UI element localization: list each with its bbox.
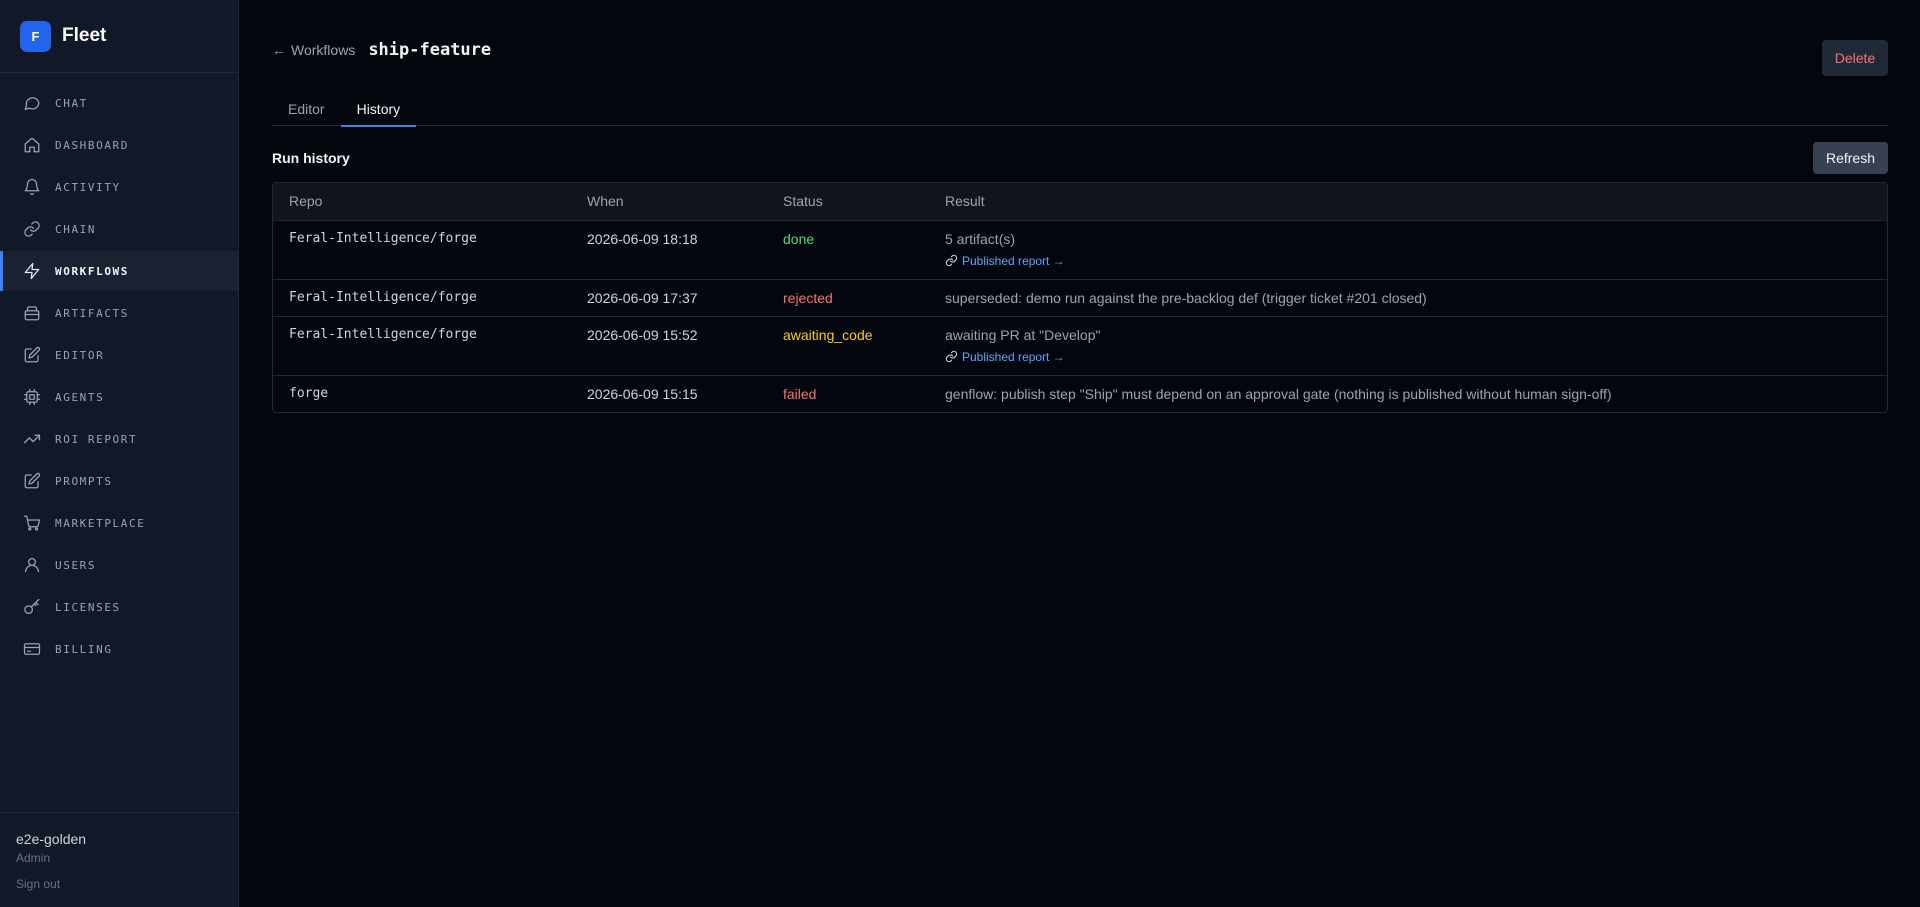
prompt-icon bbox=[23, 472, 41, 490]
when-cell: 2026-06-09 18:18 bbox=[571, 220, 767, 280]
column-header-result: Result bbox=[929, 183, 1887, 221]
link-icon bbox=[945, 350, 958, 363]
table-row[interactable]: Feral-Intelligence/forge 2026-06-09 18:1… bbox=[273, 220, 1887, 280]
result-text: superseded: demo run against the pre-bac… bbox=[945, 289, 1427, 306]
result-text: genflow: publish step "Ship" must depend… bbox=[945, 385, 1612, 402]
home-icon bbox=[23, 136, 41, 154]
sidebar-item-label: PROMPTS bbox=[55, 474, 113, 488]
when-cell: 2026-06-09 17:37 bbox=[571, 279, 767, 317]
sign-out-link[interactable]: Sign out bbox=[16, 877, 223, 891]
result-text: awaiting PR at "Develop" bbox=[945, 326, 1101, 343]
arrow-left-icon: ← bbox=[272, 42, 286, 58]
sidebar-item-chat[interactable]: CHAT bbox=[0, 83, 238, 123]
agent-icon bbox=[23, 388, 41, 406]
run-history-title: Run history bbox=[272, 150, 350, 166]
bolt-icon bbox=[23, 262, 41, 280]
sidebar-item-artifacts[interactable]: ARTIFACTS bbox=[0, 293, 238, 333]
status-cell: awaiting_code bbox=[767, 316, 929, 376]
sidebar-item-label: WORKFLOWS bbox=[55, 264, 130, 278]
tab-history[interactable]: History bbox=[340, 92, 417, 127]
sidebar-item-users[interactable]: USERS bbox=[0, 545, 238, 585]
tab-editor[interactable]: Editor bbox=[272, 92, 341, 126]
edit-icon bbox=[23, 346, 41, 364]
user-role: Admin bbox=[16, 851, 51, 865]
status-cell: failed bbox=[783, 385, 817, 402]
sidebar-item-marketplace[interactable]: MARKETPLACE bbox=[0, 503, 238, 543]
published-report-link[interactable]: Published report → bbox=[945, 348, 1871, 366]
column-header-status: Status bbox=[767, 183, 929, 221]
sidebar-item-chain[interactable]: CHAIN bbox=[0, 209, 238, 249]
result-text: 5 artifact(s) bbox=[945, 230, 1016, 247]
cart-icon bbox=[23, 514, 41, 532]
main-content: ← Workflows ship-feature Delete Editor H… bbox=[240, 0, 1920, 907]
chat-icon bbox=[23, 94, 41, 112]
table-row[interactable]: Feral-Intelligence/forge 2026-06-09 17:3… bbox=[273, 279, 1887, 317]
brand[interactable]: F Fleet bbox=[0, 0, 238, 73]
sidebar-item-label: CHAT bbox=[55, 96, 88, 110]
delete-button[interactable]: Delete bbox=[1822, 40, 1888, 76]
page-header: ← Workflows ship-feature bbox=[272, 40, 491, 60]
when-cell: 2026-06-09 15:15 bbox=[587, 385, 698, 402]
table-row[interactable]: Feral-Intelligence/forge 2026-06-09 15:5… bbox=[273, 316, 1887, 376]
back-to-workflows-link[interactable]: ← Workflows bbox=[272, 42, 355, 58]
sidebar-nav: CHAT DASHBOARD ACTIVITY CHAIN WORKFLOWS bbox=[0, 83, 238, 669]
published-report-label: Published report → bbox=[962, 253, 1065, 268]
link-icon bbox=[23, 220, 41, 238]
result-cell: awaiting PR at "Develop" Published repor… bbox=[929, 316, 1887, 376]
link-icon bbox=[945, 254, 958, 267]
box-icon bbox=[23, 304, 41, 322]
sidebar-item-label: BILLING bbox=[55, 642, 113, 656]
sidebar-item-label: ROI REPORT bbox=[55, 432, 138, 446]
sidebar: F Fleet CHAT DASHBOARD ACTIVITY CHAIN WO… bbox=[0, 0, 239, 907]
column-header-repo: Repo bbox=[273, 183, 571, 221]
sidebar-item-label: EDITOR bbox=[55, 348, 105, 362]
repo-cell: Feral-Intelligence/forge bbox=[273, 279, 571, 317]
when-cell: 2026-06-09 15:52 bbox=[571, 316, 767, 376]
sidebar-item-roi-report[interactable]: ROI REPORT bbox=[0, 419, 238, 459]
sidebar-item-editor[interactable]: EDITOR bbox=[0, 335, 238, 375]
sidebar-item-label: ACTIVITY bbox=[55, 180, 121, 194]
repo-cell: forge bbox=[289, 385, 329, 401]
sidebar-item-licenses[interactable]: LICENSES bbox=[0, 587, 238, 627]
sidebar-item-label: CHAIN bbox=[55, 222, 97, 236]
status-cell: rejected bbox=[767, 279, 929, 317]
status-cell: done bbox=[767, 220, 929, 280]
card-icon bbox=[23, 640, 41, 658]
repo-cell: Feral-Intelligence/forge bbox=[273, 220, 571, 280]
back-link-label: Workflows bbox=[291, 42, 356, 58]
sidebar-item-dashboard[interactable]: DASHBOARD bbox=[0, 125, 238, 165]
published-report-link[interactable]: Published report → bbox=[945, 252, 1871, 270]
brand-name: Fleet bbox=[62, 25, 107, 46]
sidebar-item-label: USERS bbox=[55, 558, 97, 572]
table-header-row: Repo When Status Result bbox=[273, 183, 1887, 221]
key-icon bbox=[23, 598, 41, 616]
page-title: ship-feature bbox=[368, 40, 492, 60]
sidebar-item-label: AGENTS bbox=[55, 390, 105, 404]
sidebar-item-activity[interactable]: ACTIVITY bbox=[0, 167, 238, 207]
refresh-button[interactable]: Refresh bbox=[1813, 142, 1888, 174]
repo-cell: Feral-Intelligence/forge bbox=[273, 316, 571, 376]
trend-icon bbox=[23, 430, 41, 448]
user-panel: e2e-golden Admin Sign out bbox=[0, 812, 239, 907]
column-header-when: When bbox=[571, 183, 767, 221]
user-name: e2e-golden bbox=[16, 831, 87, 847]
sidebar-item-label: ARTIFACTS bbox=[55, 306, 130, 320]
sidebar-item-billing[interactable]: BILLING bbox=[0, 629, 238, 669]
result-cell: genflow: publish step "Ship" must depend… bbox=[929, 375, 1887, 412]
run-history-table: Repo When Status Result Feral-Intelligen… bbox=[272, 182, 1888, 413]
brand-logo: F bbox=[20, 20, 51, 52]
sidebar-item-label: DASHBOARD bbox=[55, 138, 130, 152]
bell-icon bbox=[23, 178, 41, 196]
result-cell: 5 artifact(s) Published report → bbox=[929, 220, 1887, 280]
result-cell: superseded: demo run against the pre-bac… bbox=[929, 279, 1887, 317]
sidebar-item-workflows[interactable]: WORKFLOWS bbox=[0, 251, 238, 291]
tab-bar: Editor History bbox=[272, 92, 1888, 127]
sidebar-item-label: LICENSES bbox=[55, 600, 121, 614]
table-row[interactable]: forge 2026-06-09 15:15 failed genflow: p… bbox=[273, 375, 1887, 412]
sidebar-item-agents[interactable]: AGENTS bbox=[0, 377, 238, 417]
published-report-label: Published report → bbox=[962, 349, 1065, 364]
user-icon bbox=[23, 556, 41, 574]
sidebar-item-label: MARKETPLACE bbox=[55, 516, 146, 530]
sidebar-item-prompts[interactable]: PROMPTS bbox=[0, 461, 238, 501]
